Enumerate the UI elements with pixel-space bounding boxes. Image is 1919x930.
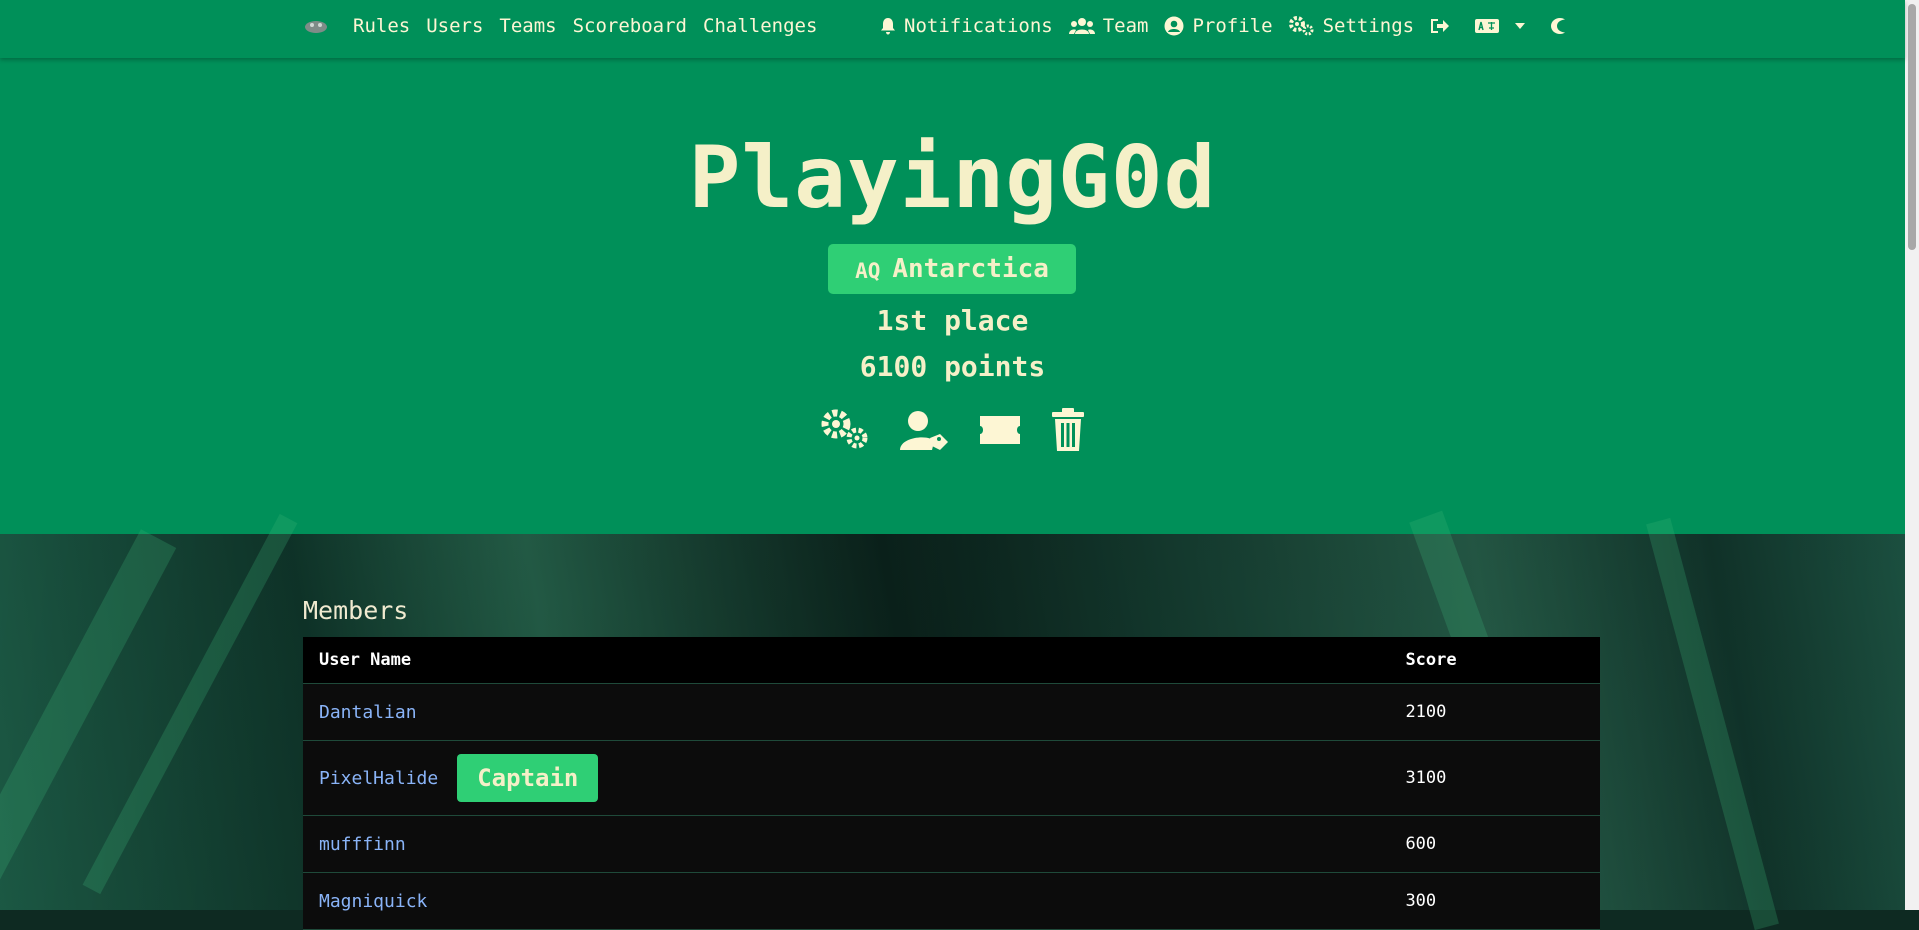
captain-badge: Captain [457, 754, 599, 802]
nav-users[interactable]: Users [426, 15, 483, 37]
table-header: User Name Score [303, 637, 1600, 684]
members-table: User Name Score Dantalian 2100 PixelHali… [303, 637, 1600, 930]
nav-team[interactable]: Team [1068, 15, 1149, 37]
member-score: 300 [1405, 891, 1437, 911]
member-link[interactable]: Magniquick [319, 891, 427, 912]
user-tag-icon [900, 411, 948, 450]
user-circle-icon [1164, 16, 1184, 36]
nav-settings-label: Settings [1322, 15, 1415, 37]
ticket-icon [980, 416, 1020, 444]
nav-teams[interactable]: Teams [499, 15, 556, 37]
trash-icon [1052, 408, 1084, 451]
moon-icon [1551, 18, 1566, 34]
scrollbar-thumb[interactable] [1908, 4, 1916, 250]
column-score: Score [1405, 650, 1457, 670]
nav-profile-label: Profile [1192, 15, 1273, 37]
column-user-name: User Name [319, 650, 412, 670]
member-link[interactable]: PixelHalide [319, 768, 438, 789]
nav-team-label: Team [1102, 15, 1149, 37]
country-code: AQ [855, 259, 881, 283]
nav-scoreboard[interactable]: Scoreboard [573, 15, 687, 37]
member-score: 600 [1405, 834, 1437, 854]
invite-ticket-button[interactable] [976, 412, 1024, 448]
nav-notifications[interactable]: Notifications [880, 15, 1053, 37]
team-name: PlayingG0d [688, 128, 1217, 228]
nav-settings[interactable]: Settings [1288, 15, 1415, 37]
language-icon [1475, 19, 1500, 33]
country-badge: AQ Antarctica [828, 244, 1076, 294]
team-points: 6100 points [859, 350, 1046, 383]
nav-profile[interactable]: Profile [1164, 15, 1273, 37]
nav-notifications-label: Notifications [904, 15, 1053, 37]
delete-team-button[interactable] [1050, 408, 1086, 452]
ctf-logo-icon[interactable] [303, 16, 329, 36]
captain-transfer-button[interactable] [898, 408, 950, 452]
nav-logout[interactable] [1430, 17, 1458, 35]
member-link[interactable]: Dantalian [319, 702, 417, 723]
member-link[interactable]: mufffinn [319, 834, 406, 855]
users-icon [1068, 18, 1095, 34]
caret-down-icon [1515, 23, 1526, 29]
table-row: PixelHalide Captain 3100 [303, 741, 1600, 816]
team-actions [820, 408, 1112, 452]
team-settings-button[interactable] [820, 408, 872, 452]
bell-icon [881, 18, 895, 35]
nav-rules[interactable]: Rules [353, 15, 410, 37]
team-header: PlayingG0d AQ Antarctica 1st place 6100 … [0, 58, 1905, 534]
members-heading: Members [303, 596, 409, 625]
nav-challenges[interactable]: Challenges [703, 15, 817, 37]
team-place: 1st place [876, 304, 1029, 337]
top-navbar: Rules Users Teams Scoreboard Challenges … [0, 0, 1905, 58]
country-name: Antarctica [892, 254, 1049, 284]
member-score: 2100 [1405, 702, 1447, 722]
cogs-icon [821, 409, 868, 449]
page-scrollbar[interactable] [1905, 0, 1919, 910]
nav-language-dropdown[interactable] [1474, 17, 1534, 35]
theme-toggle[interactable] [1550, 17, 1574, 35]
cogs-icon [1288, 16, 1314, 36]
table-row: mufffinn 600 [303, 816, 1600, 873]
table-row: Dantalian 2100 [303, 684, 1600, 741]
logout-icon [1431, 19, 1450, 33]
member-score: 3100 [1405, 768, 1447, 788]
table-row: Magniquick 300 [303, 873, 1600, 930]
